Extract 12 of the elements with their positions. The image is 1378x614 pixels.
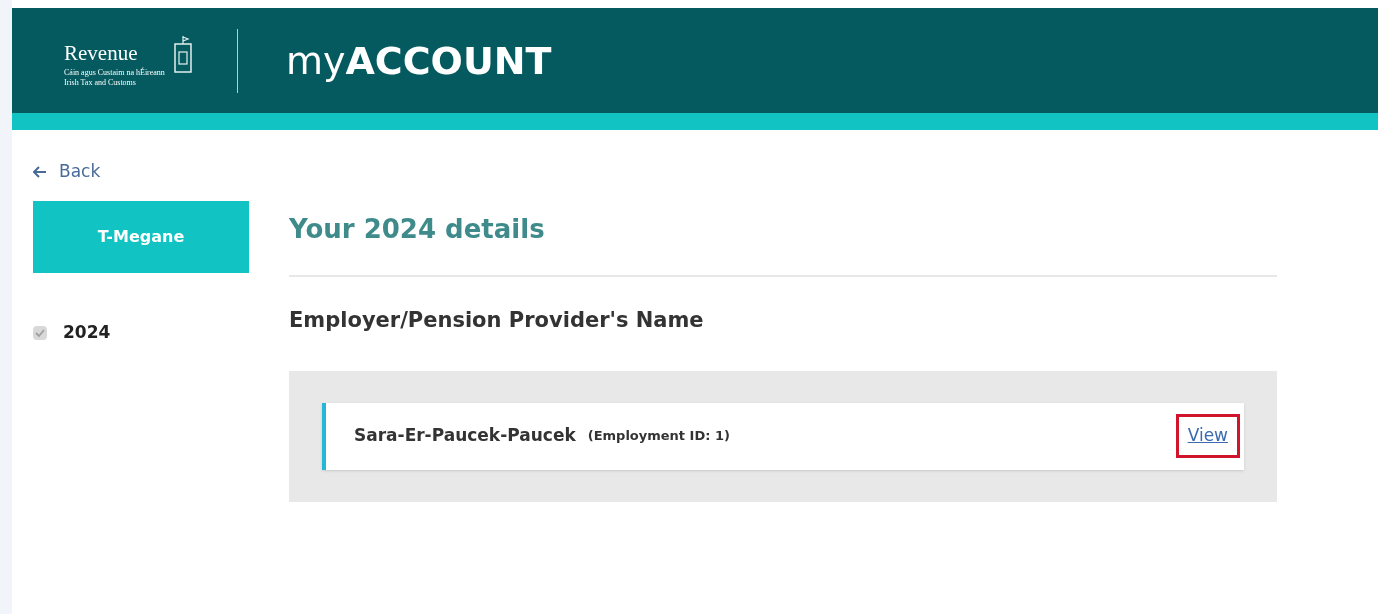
- section-heading: Employer/Pension Provider's Name: [289, 307, 705, 334]
- back-link[interactable]: Back: [33, 162, 1378, 182]
- employer-name: Sara-Er-Paucek-Paucek: [354, 424, 576, 448]
- logo-english-line: Irish Tax and Customs: [64, 77, 137, 88]
- building-icon: [172, 33, 193, 74]
- view-link[interactable]: View: [1175, 414, 1240, 458]
- page-title: Your 2024 details: [289, 213, 546, 246]
- logo-name: Revenue: [64, 42, 139, 64]
- brand-title: myACCOUNT: [285, 41, 552, 80]
- employment-id: (Employment ID: 1): [587, 427, 730, 446]
- logo-irish-line: Cáin agus Custaim na hÉireann: [64, 67, 165, 78]
- arrow-left-icon: [33, 166, 47, 178]
